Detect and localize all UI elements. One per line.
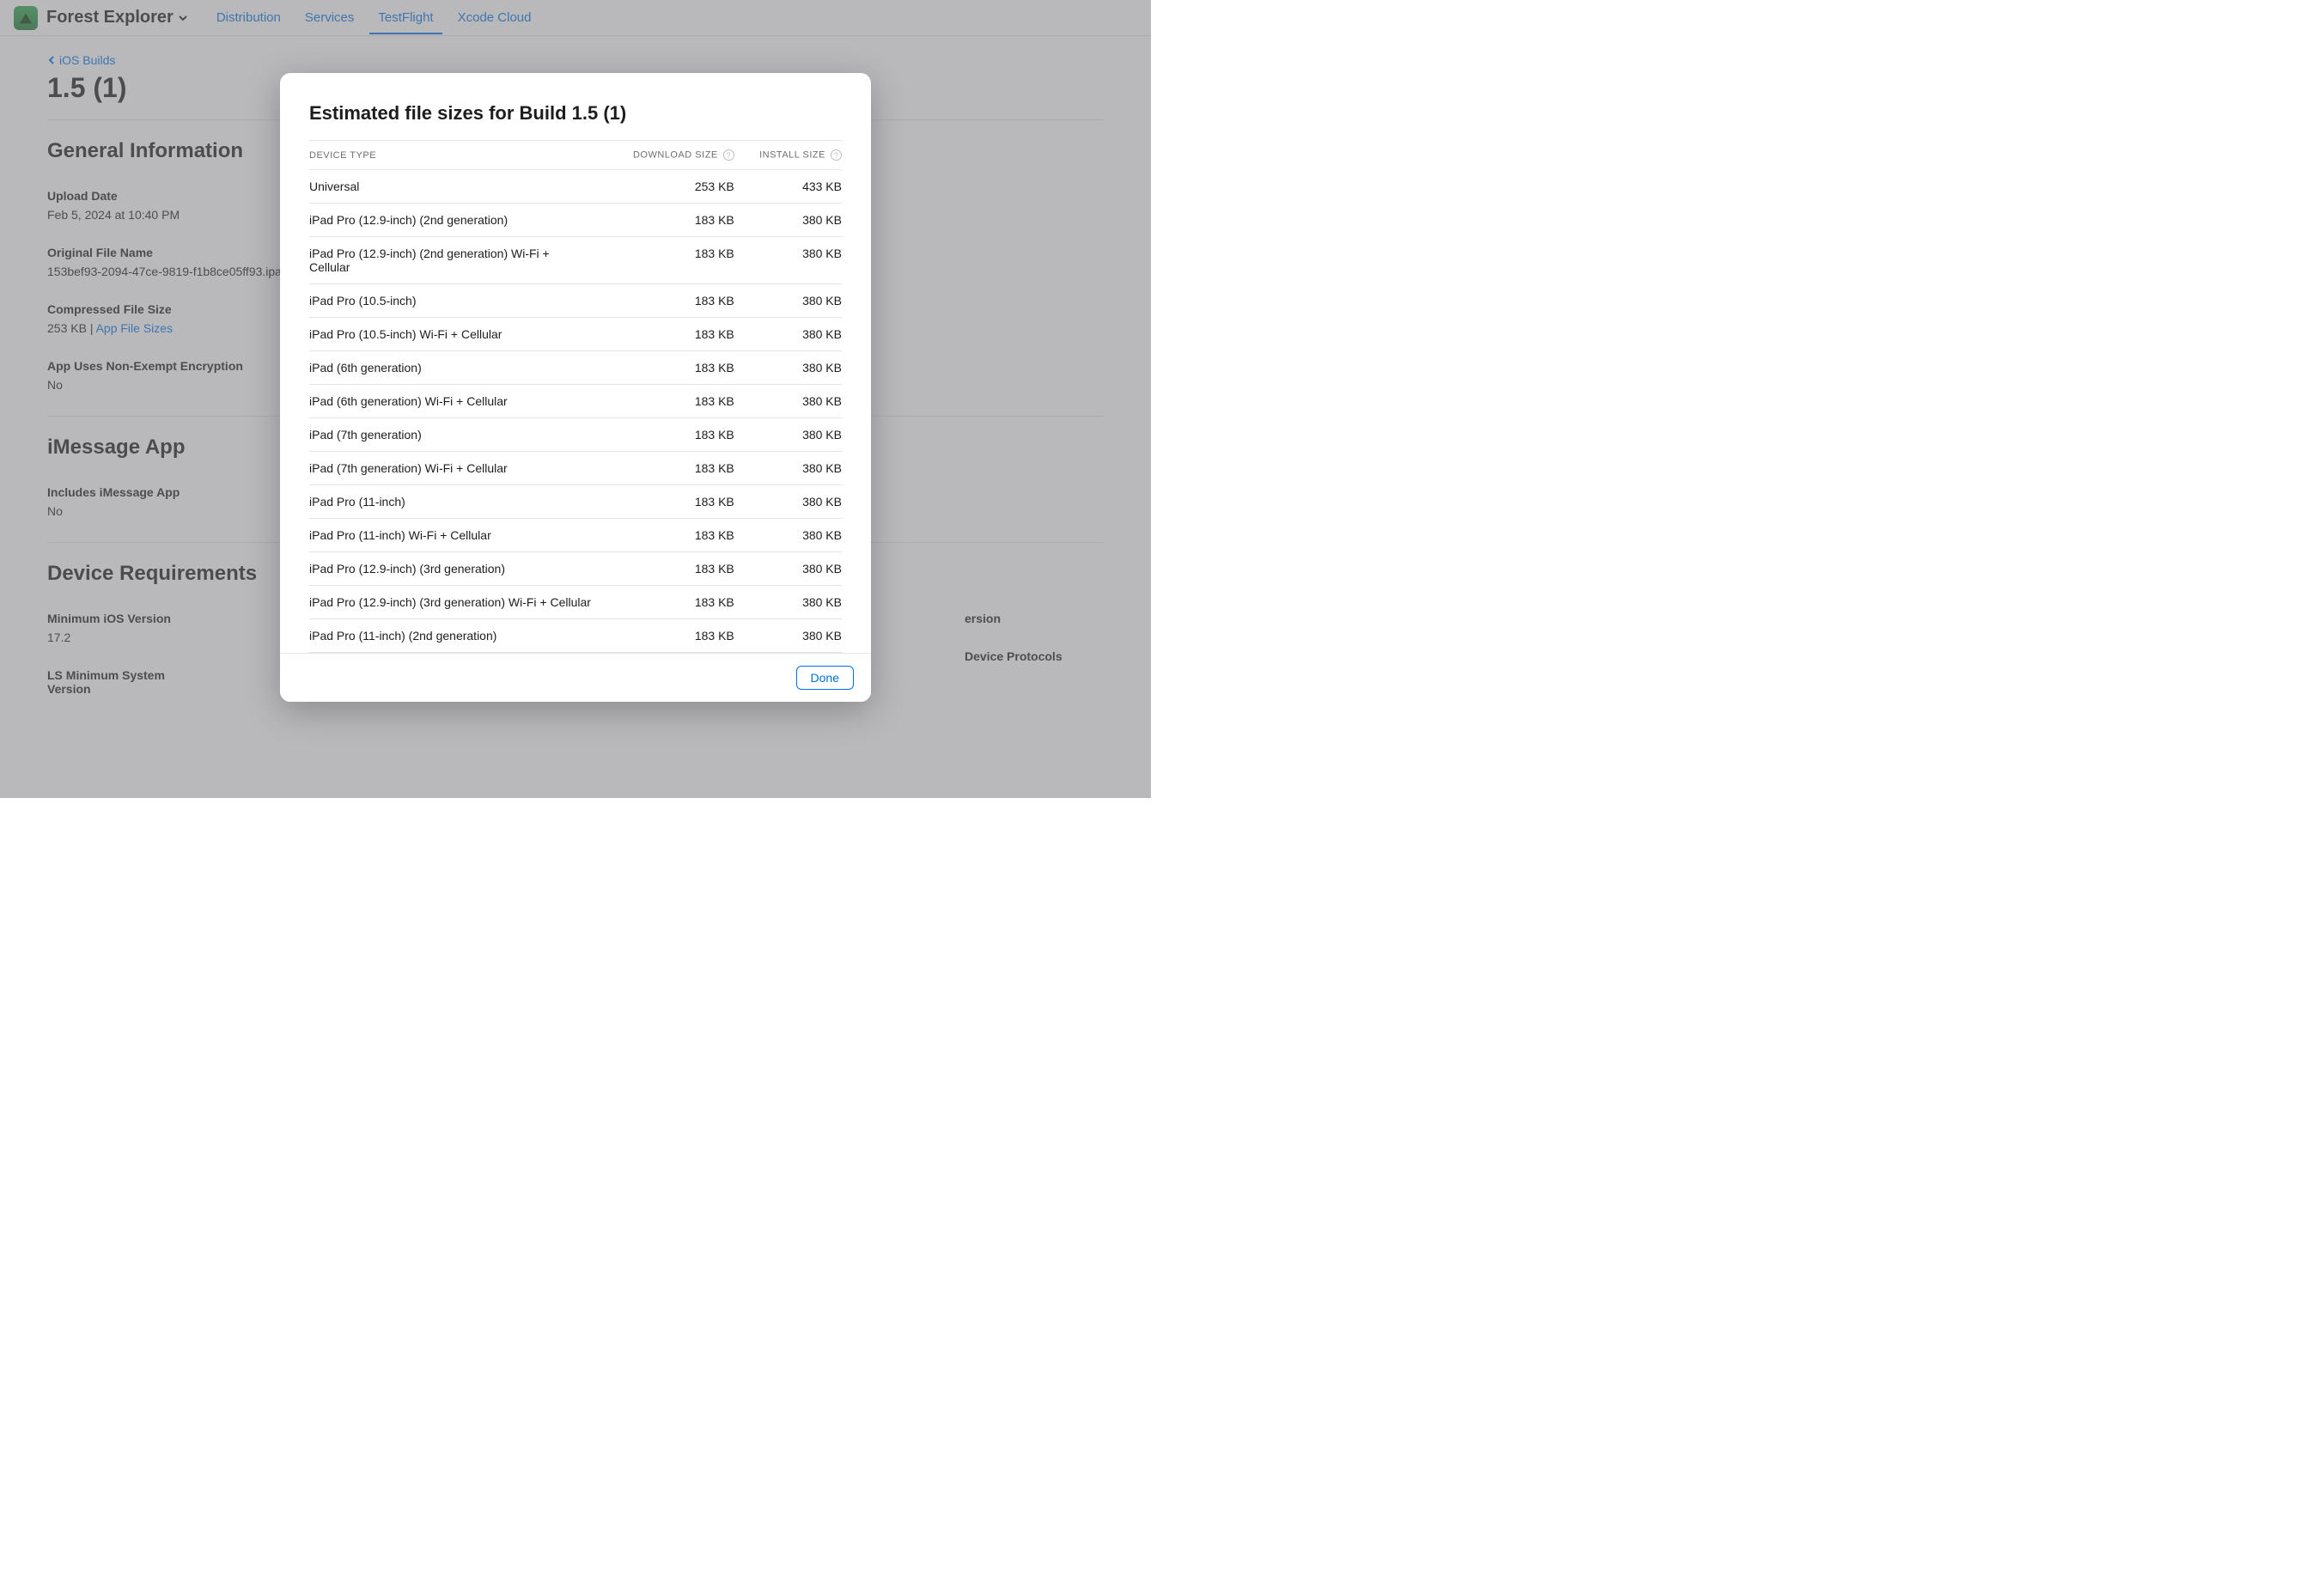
download-cell: 183 KB: [602, 418, 734, 452]
device-cell: iPad (6th generation): [309, 351, 602, 385]
device-cell: iPad Pro (12.9-inch) (3rd generation): [309, 552, 602, 586]
install-cell: 380 KB: [734, 586, 842, 619]
device-cell: iPad Pro (11-inch) Wi-Fi + Cellular: [309, 519, 602, 552]
modal-title: Estimated file sizes for Build 1.5 (1): [309, 102, 842, 125]
table-row: iPad (6th generation)183 KB380 KB: [309, 351, 842, 385]
device-cell: iPad Pro (10.5-inch): [309, 284, 602, 318]
table-row: iPad Pro (10.5-inch)183 KB380 KB: [309, 284, 842, 318]
install-cell: 380 KB: [734, 418, 842, 452]
install-cell: 380 KB: [734, 552, 842, 586]
download-cell: 183 KB: [602, 485, 734, 519]
table-row: iPad Pro (11-inch) (2nd generation)183 K…: [309, 619, 842, 653]
download-cell: 183 KB: [602, 237, 734, 284]
device-cell: iPad Pro (12.9-inch) (2nd generation): [309, 204, 602, 237]
download-cell: 183 KB: [602, 351, 734, 385]
install-cell: 380 KB: [734, 485, 842, 519]
download-cell: 183 KB: [602, 452, 734, 485]
table-row: iPad (7th generation)183 KB380 KB: [309, 418, 842, 452]
file-sizes-table: DEVICE TYPE DOWNLOAD SIZE? INSTALL SIZE?…: [309, 140, 842, 653]
device-cell: iPad Pro (12.9-inch) (3rd generation) Wi…: [309, 586, 602, 619]
col-download-label: DOWNLOAD SIZE: [633, 150, 718, 161]
device-cell: iPad (6th generation) Wi-Fi + Cellular: [309, 385, 602, 418]
table-row: iPad Pro (11-inch)183 KB380 KB: [309, 485, 842, 519]
install-cell: 380 KB: [734, 351, 842, 385]
table-row: Universal253 KB433 KB: [309, 170, 842, 204]
install-cell: 380 KB: [734, 318, 842, 351]
table-row: iPad Pro (12.9-inch) (3rd generation)183…: [309, 552, 842, 586]
install-cell: 380 KB: [734, 237, 842, 284]
col-device-label: DEVICE TYPE: [309, 150, 376, 161]
download-cell: 183 KB: [602, 619, 734, 653]
device-cell: iPad (7th generation) Wi-Fi + Cellular: [309, 452, 602, 485]
help-icon[interactable]: ?: [723, 149, 734, 161]
install-cell: 380 KB: [734, 519, 842, 552]
download-cell: 183 KB: [602, 204, 734, 237]
table-row: iPad (6th generation) Wi-Fi + Cellular18…: [309, 385, 842, 418]
col-install-size: INSTALL SIZE?: [734, 141, 842, 170]
table-row: iPad Pro (12.9-inch) (2nd generation) Wi…: [309, 237, 842, 284]
table-row: iPad Pro (12.9-inch) (2nd generation)183…: [309, 204, 842, 237]
col-device-type: DEVICE TYPE: [309, 141, 602, 170]
device-cell: Universal: [309, 170, 602, 204]
download-cell: 183 KB: [602, 284, 734, 318]
download-cell: 183 KB: [602, 385, 734, 418]
install-cell: 380 KB: [734, 284, 842, 318]
table-row: iPad Pro (12.9-inch) (3rd generation) Wi…: [309, 586, 842, 619]
help-icon[interactable]: ?: [831, 149, 842, 161]
table-row: iPad Pro (11-inch) Wi-Fi + Cellular183 K…: [309, 519, 842, 552]
download-cell: 183 KB: [602, 318, 734, 351]
file-sizes-modal: Estimated file sizes for Build 1.5 (1) D…: [280, 73, 871, 702]
install-cell: 380 KB: [734, 452, 842, 485]
modal-backdrop[interactable]: Estimated file sizes for Build 1.5 (1) D…: [0, 0, 1151, 798]
download-cell: 183 KB: [602, 519, 734, 552]
col-install-label: INSTALL SIZE: [759, 150, 825, 161]
file-sizes-table-scroll[interactable]: DEVICE TYPE DOWNLOAD SIZE? INSTALL SIZE?…: [309, 140, 842, 653]
download-cell: 253 KB: [602, 170, 734, 204]
download-cell: 183 KB: [602, 552, 734, 586]
install-cell: 433 KB: [734, 170, 842, 204]
download-cell: 183 KB: [602, 586, 734, 619]
modal-footer: Done: [280, 653, 871, 702]
install-cell: 380 KB: [734, 204, 842, 237]
device-cell: iPad (7th generation): [309, 418, 602, 452]
install-cell: 380 KB: [734, 385, 842, 418]
table-row: iPad Pro (10.5-inch) Wi-Fi + Cellular183…: [309, 318, 842, 351]
device-cell: iPad Pro (12.9-inch) (2nd generation) Wi…: [309, 237, 602, 284]
device-cell: iPad Pro (10.5-inch) Wi-Fi + Cellular: [309, 318, 602, 351]
col-download-size: DOWNLOAD SIZE?: [602, 141, 734, 170]
table-row: iPad (7th generation) Wi-Fi + Cellular18…: [309, 452, 842, 485]
done-button[interactable]: Done: [796, 666, 854, 690]
install-cell: 380 KB: [734, 619, 842, 653]
device-cell: iPad Pro (11-inch) (2nd generation): [309, 619, 602, 653]
device-cell: iPad Pro (11-inch): [309, 485, 602, 519]
